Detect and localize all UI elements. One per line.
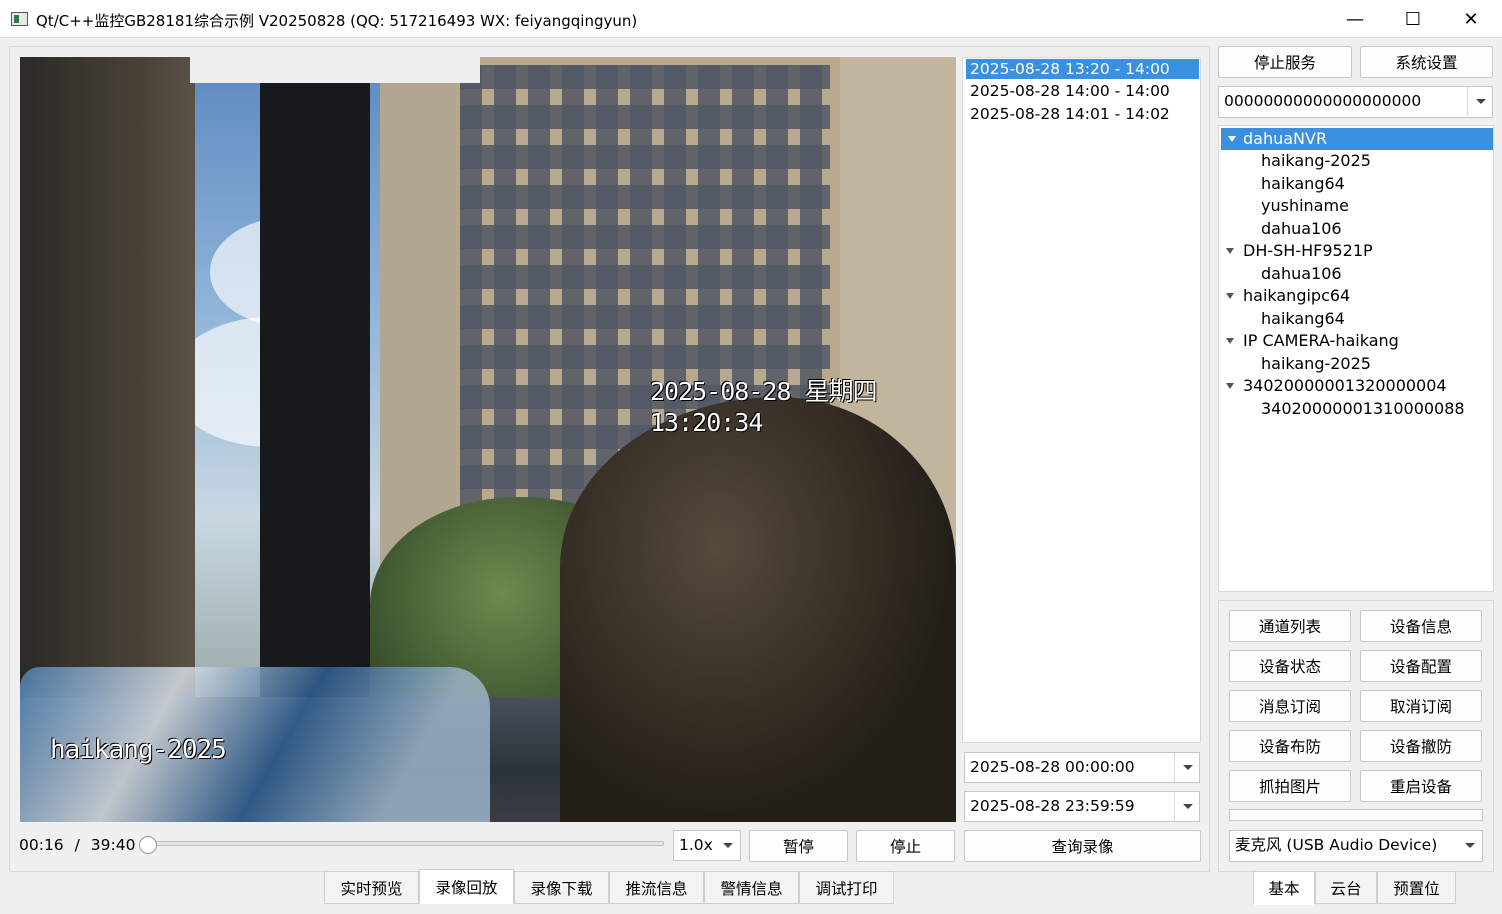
- audio-device-select[interactable]: 麦克风 (USB Audio Device): [1229, 830, 1483, 862]
- end-time-value: 2025-08-28 23:59:59: [970, 797, 1135, 815]
- expand-arrow-icon[interactable]: [1228, 136, 1236, 142]
- audio-level-bar: [1229, 809, 1483, 821]
- record-item[interactable]: 2025-08-28 13:20 - 14:00: [966, 59, 1199, 79]
- tree-node-channel[interactable]: 34020000001310000088: [1261, 398, 1465, 420]
- tree-node-label: dahuaNVR: [1243, 129, 1328, 148]
- video-osd-channel-name: haikang-2025: [50, 735, 227, 765]
- device-status-button[interactable]: 设备状态: [1229, 650, 1351, 682]
- minimize-button[interactable]: —: [1326, 0, 1384, 38]
- tab-ptz[interactable]: 云台: [1315, 871, 1377, 904]
- unsubscribe-button[interactable]: 取消订阅: [1360, 690, 1482, 722]
- record-item[interactable]: 2025-08-28 14:01 - 14:02: [966, 104, 1199, 124]
- tree-node-label: IP CAMERA-haikang: [1243, 331, 1399, 350]
- window-title: Qt/C++监控GB28181综合示例 V20250828 (QQ: 51721…: [36, 12, 638, 30]
- chevron-down-icon[interactable]: [1467, 87, 1492, 116]
- app-icon: [11, 12, 28, 26]
- expand-arrow-icon[interactable]: [1226, 293, 1234, 299]
- tree-node-label: 34020000001320000004: [1243, 376, 1447, 395]
- chevron-down-icon[interactable]: [1174, 753, 1199, 782]
- video-window-frame: [260, 57, 370, 737]
- query-records-button[interactable]: 查询录像: [964, 830, 1201, 862]
- start-time-field[interactable]: 2025-08-28 00:00:00: [964, 752, 1200, 783]
- tab-record-download[interactable]: 录像下载: [514, 871, 609, 904]
- video-frame-top: [190, 57, 480, 83]
- tree-node-label: haikangipc64: [1243, 286, 1351, 305]
- start-time-value: 2025-08-28 00:00:00: [970, 758, 1135, 776]
- disarm-button[interactable]: 设备撤防: [1360, 730, 1482, 762]
- tree-node-device[interactable]: dahuaNVR: [1221, 128, 1493, 150]
- tree-node-device[interactable]: DH-SH-HF9521P: [1221, 240, 1493, 262]
- chevron-down-icon[interactable]: [1457, 831, 1482, 860]
- channel-list-button[interactable]: 通道列表: [1229, 610, 1351, 642]
- tree-node-channel[interactable]: dahua106: [1261, 218, 1342, 240]
- close-button[interactable]: ✕: [1442, 0, 1500, 38]
- device-info-button[interactable]: 设备信息: [1360, 610, 1482, 642]
- chevron-down-icon[interactable]: [715, 831, 740, 860]
- device-id-value: 00000000000000000000: [1224, 92, 1422, 110]
- reboot-device-button[interactable]: 重启设备: [1360, 770, 1482, 802]
- video-bowl: [560, 397, 956, 822]
- expand-arrow-icon[interactable]: [1226, 383, 1234, 389]
- expand-arrow-icon[interactable]: [1226, 338, 1234, 344]
- speed-select[interactable]: 1.0x: [673, 830, 741, 861]
- tree-node-channel[interactable]: yushiname: [1261, 195, 1349, 217]
- arm-button[interactable]: 设备布防: [1229, 730, 1351, 762]
- tab-alarm-info[interactable]: 警情信息: [704, 871, 799, 904]
- tree-node-channel[interactable]: haikang64: [1261, 173, 1345, 195]
- tree-node-device[interactable]: 34020000001320000004: [1221, 375, 1493, 397]
- tree-node-device[interactable]: haikangipc64: [1221, 285, 1493, 307]
- device-config-button[interactable]: 设备配置: [1360, 650, 1482, 682]
- tab-debug-print[interactable]: 调试打印: [799, 871, 894, 904]
- record-item[interactable]: 2025-08-28 14:00 - 14:00: [966, 81, 1199, 101]
- chevron-down-icon[interactable]: [1174, 792, 1199, 821]
- video-osd-timestamp: 2025-08-28 星期四 13:20:34: [650, 377, 878, 437]
- tree-node-label: DH-SH-HF9521P: [1243, 241, 1373, 260]
- subscribe-button[interactable]: 消息订阅: [1229, 690, 1351, 722]
- tree-node-channel[interactable]: haikang64: [1261, 308, 1345, 330]
- playback-position: 00:16: [19, 836, 64, 854]
- playback-duration: 39:40: [90, 836, 136, 854]
- tree-node-channel[interactable]: haikang-2025: [1261, 353, 1371, 375]
- tab-live-preview[interactable]: 实时预览: [324, 871, 419, 904]
- speed-value: 1.0x: [679, 836, 713, 854]
- device-id-select[interactable]: 00000000000000000000: [1218, 86, 1493, 118]
- tree-node-channel[interactable]: dahua106: [1261, 263, 1342, 285]
- tree-node-device[interactable]: IP CAMERA-haikang: [1221, 330, 1493, 352]
- time-separator: /: [74, 836, 80, 854]
- system-settings-button[interactable]: 系统设置: [1360, 46, 1493, 78]
- tab-presets[interactable]: 预置位: [1377, 871, 1456, 904]
- tree-node-channel[interactable]: haikang-2025: [1261, 150, 1371, 172]
- tab-stream-info[interactable]: 推流信息: [609, 871, 704, 904]
- snapshot-button[interactable]: 抓拍图片: [1229, 770, 1351, 802]
- pause-button[interactable]: 暂停: [749, 830, 848, 862]
- maximize-button[interactable]: ☐: [1384, 0, 1442, 38]
- progress-slider[interactable]: [143, 841, 664, 846]
- time-readout: 00:16 / 39:40: [19, 836, 135, 854]
- device-tree[interactable]: dahuaNVR haikang-2025 haikang64 yushinam…: [1218, 125, 1494, 592]
- audio-device-value: 麦克风 (USB Audio Device): [1235, 836, 1438, 854]
- expand-arrow-icon[interactable]: [1226, 248, 1234, 254]
- record-list[interactable]: 2025-08-28 13:20 - 14:00 2025-08-28 14:0…: [962, 57, 1201, 743]
- video-view[interactable]: 2025-08-28 星期四 13:20:34 haikang-2025: [20, 57, 956, 822]
- end-time-field[interactable]: 2025-08-28 23:59:59: [964, 791, 1200, 822]
- tab-basic[interactable]: 基本: [1253, 871, 1315, 905]
- stop-service-button[interactable]: 停止服务: [1218, 46, 1352, 78]
- stop-button[interactable]: 停止: [856, 830, 955, 862]
- tab-playback[interactable]: 录像回放: [419, 869, 514, 904]
